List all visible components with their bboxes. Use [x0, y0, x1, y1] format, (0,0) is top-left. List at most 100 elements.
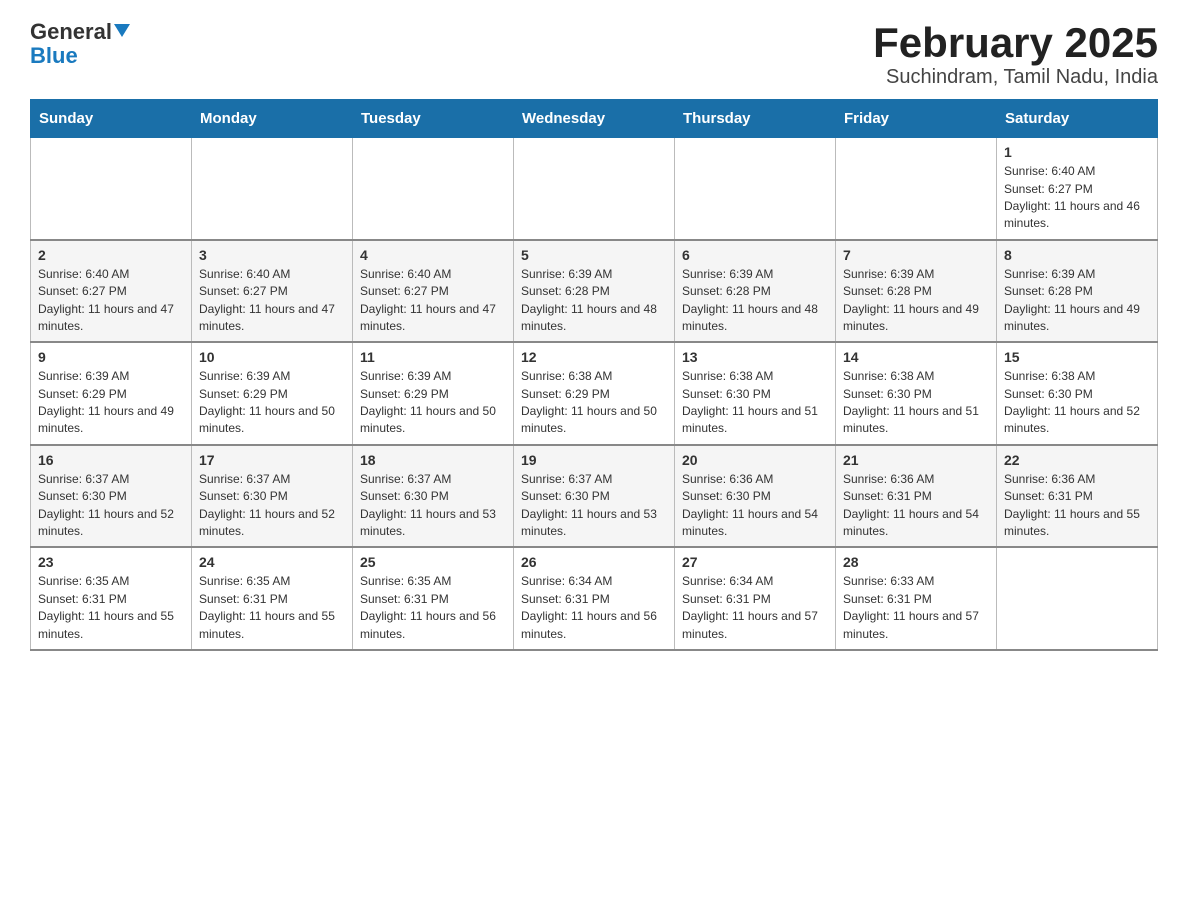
day-number: 3: [199, 247, 345, 263]
day-info: Sunrise: 6:36 AM Sunset: 6:31 PM Dayligh…: [1004, 471, 1150, 541]
day-number: 6: [682, 247, 828, 263]
day-number: 12: [521, 349, 667, 365]
day-number: 20: [682, 452, 828, 468]
calendar-day-cell: 1 Sunrise: 6:40 AM Sunset: 6:27 PM Daylig…: [997, 138, 1158, 240]
calendar-day-cell: 14 Sunrise: 6:38 AM Sunset: 6:30 PM Dayli…: [836, 342, 997, 445]
day-number: 1: [1004, 144, 1150, 160]
day-info: Sunrise: 6:35 AM Sunset: 6:31 PM Dayligh…: [38, 573, 184, 643]
day-info: Sunrise: 6:38 AM Sunset: 6:30 PM Dayligh…: [1004, 368, 1150, 438]
day-info: Sunrise: 6:39 AM Sunset: 6:28 PM Dayligh…: [1004, 266, 1150, 336]
weekday-wednesday: Wednesday: [514, 100, 675, 138]
calendar-day-cell: 19Sunrise: 6:37 AM Sunset: 6:30 PM Dayli…: [514, 445, 675, 548]
day-number: 22: [1004, 452, 1150, 468]
calendar-day-cell: 5 Sunrise: 6:39 AM Sunset: 6:28 PM Daylig…: [514, 240, 675, 343]
day-number: 25: [360, 554, 506, 570]
day-info: Sunrise: 6:40 AM Sunset: 6:27 PM Dayligh…: [1004, 163, 1150, 233]
calendar-day-cell: 22 Sunrise: 6:36 AM Sunset: 6:31 PM Dayli…: [997, 445, 1158, 548]
calendar-header: SundayMondayTuesdayWednesdayThursdayFrid…: [31, 100, 1158, 138]
calendar-day-cell: 2 Sunrise: 6:40 AM Sunset: 6:27 PM Daylig…: [31, 240, 192, 343]
weekday-thursday: Thursday: [675, 100, 836, 138]
calendar-day-cell: 24 Sunrise: 6:35 AM Sunset: 6:31 PM Dayli…: [192, 547, 353, 650]
day-number: 23: [38, 554, 184, 570]
calendar-day-cell: 15 Sunrise: 6:38 AM Sunset: 6:30 PM Dayli…: [997, 342, 1158, 445]
calendar-day-cell: 6 Sunrise: 6:39 AM Sunset: 6:28 PM Daylig…: [675, 240, 836, 343]
day-number: 14: [843, 349, 989, 365]
calendar-day-cell: [31, 138, 192, 240]
day-info: Sunrise: 6:37 AM Sunset: 6:30 PM Dayligh…: [199, 471, 345, 541]
day-info: Sunrise: 6:36 AM Sunset: 6:31 PM Dayligh…: [843, 471, 989, 541]
day-number: 21: [843, 452, 989, 468]
weekday-friday: Friday: [836, 100, 997, 138]
page-header: General Blue February 2025 Suchindram, T…: [30, 20, 1158, 89]
day-info: Sunrise: 6:39 AM Sunset: 6:29 PM Dayligh…: [360, 368, 506, 438]
day-info: Sunrise: 6:38 AM Sunset: 6:29 PM Dayligh…: [521, 368, 667, 438]
day-info: Sunrise: 6:39 AM Sunset: 6:29 PM Dayligh…: [199, 368, 345, 438]
day-info: Sunrise: 6:39 AM Sunset: 6:28 PM Dayligh…: [521, 266, 667, 336]
calendar-day-cell: 9Sunrise: 6:39 AM Sunset: 6:29 PM Daylig…: [31, 342, 192, 445]
day-number: 4: [360, 247, 506, 263]
day-info: Sunrise: 6:39 AM Sunset: 6:28 PM Dayligh…: [843, 266, 989, 336]
day-info: Sunrise: 6:40 AM Sunset: 6:27 PM Dayligh…: [360, 266, 506, 336]
day-number: 15: [1004, 349, 1150, 365]
calendar-day-cell: 10 Sunrise: 6:39 AM Sunset: 6:29 PM Dayli…: [192, 342, 353, 445]
day-number: 13: [682, 349, 828, 365]
weekday-sunday: Sunday: [31, 100, 192, 138]
day-number: 7: [843, 247, 989, 263]
calendar-week-row: 23 Sunrise: 6:35 AM Sunset: 6:31 PM Dayli…: [31, 547, 1158, 650]
day-number: 2: [38, 247, 184, 263]
calendar-day-cell: 20 Sunrise: 6:36 AM Sunset: 6:30 PM Dayli…: [675, 445, 836, 548]
day-info: Sunrise: 6:40 AM Sunset: 6:27 PM Dayligh…: [38, 266, 184, 336]
calendar-day-cell: 7 Sunrise: 6:39 AM Sunset: 6:28 PM Daylig…: [836, 240, 997, 343]
calendar-body: 1 Sunrise: 6:40 AM Sunset: 6:27 PM Daylig…: [31, 138, 1158, 650]
calendar-table: SundayMondayTuesdayWednesdayThursdayFrid…: [30, 99, 1158, 651]
calendar-day-cell: 26Sunrise: 6:34 AM Sunset: 6:31 PM Dayli…: [514, 547, 675, 650]
day-number: 8: [1004, 247, 1150, 263]
calendar-day-cell: 17 Sunrise: 6:37 AM Sunset: 6:30 PM Dayli…: [192, 445, 353, 548]
day-number: 10: [199, 349, 345, 365]
day-number: 17: [199, 452, 345, 468]
day-info: Sunrise: 6:38 AM Sunset: 6:30 PM Dayligh…: [682, 368, 828, 438]
calendar-week-row: 16 Sunrise: 6:37 AM Sunset: 6:30 PM Dayli…: [31, 445, 1158, 548]
day-number: 18: [360, 452, 506, 468]
weekday-row: SundayMondayTuesdayWednesdayThursdayFrid…: [31, 100, 1158, 138]
calendar-day-cell: 3 Sunrise: 6:40 AM Sunset: 6:27 PM Daylig…: [192, 240, 353, 343]
day-number: 5: [521, 247, 667, 263]
calendar-day-cell: 23 Sunrise: 6:35 AM Sunset: 6:31 PM Dayli…: [31, 547, 192, 650]
day-number: 28: [843, 554, 989, 570]
day-number: 19: [521, 452, 667, 468]
logo-general: General: [30, 20, 130, 44]
calendar-day-cell: 16Sunrise: 6:37 AM Sunset: 6:30 PM Dayli…: [31, 445, 192, 548]
calendar-day-cell: 12 Sunrise: 6:38 AM Sunset: 6:29 PM Dayli…: [514, 342, 675, 445]
calendar-day-cell: 21 Sunrise: 6:36 AM Sunset: 6:31 PM Dayli…: [836, 445, 997, 548]
calendar-day-cell: 8 Sunrise: 6:39 AM Sunset: 6:28 PM Daylig…: [997, 240, 1158, 343]
calendar-day-cell: [836, 138, 997, 240]
day-info: Sunrise: 6:39 AM Sunset: 6:28 PM Dayligh…: [682, 266, 828, 336]
title-block: February 2025 Suchindram, Tamil Nadu, In…: [873, 20, 1158, 89]
weekday-tuesday: Tuesday: [353, 100, 514, 138]
day-info: Sunrise: 6:36 AM Sunset: 6:30 PM Dayligh…: [682, 471, 828, 541]
day-info: Sunrise: 6:40 AM Sunset: 6:27 PM Dayligh…: [199, 266, 345, 336]
day-info: Sunrise: 6:35 AM Sunset: 6:31 PM Dayligh…: [199, 573, 345, 643]
day-info: Sunrise: 6:34 AM Sunset: 6:31 PM Dayligh…: [521, 573, 667, 643]
day-number: 11: [360, 349, 506, 365]
calendar-day-cell: 11 Sunrise: 6:39 AM Sunset: 6:29 PM Dayli…: [353, 342, 514, 445]
day-info: Sunrise: 6:37 AM Sunset: 6:30 PM Dayligh…: [360, 471, 506, 541]
calendar-week-row: 2 Sunrise: 6:40 AM Sunset: 6:27 PM Daylig…: [31, 240, 1158, 343]
weekday-saturday: Saturday: [997, 100, 1158, 138]
day-info: Sunrise: 6:38 AM Sunset: 6:30 PM Dayligh…: [843, 368, 989, 438]
day-number: 24: [199, 554, 345, 570]
calendar-day-cell: 25 Sunrise: 6:35 AM Sunset: 6:31 PM Dayli…: [353, 547, 514, 650]
calendar-day-cell: [997, 547, 1158, 650]
calendar-day-cell: 18 Sunrise: 6:37 AM Sunset: 6:30 PM Dayli…: [353, 445, 514, 548]
calendar-day-cell: 28Sunrise: 6:33 AM Sunset: 6:31 PM Dayli…: [836, 547, 997, 650]
day-info: Sunrise: 6:39 AM Sunset: 6:29 PM Dayligh…: [38, 368, 184, 438]
logo-blue: Blue: [30, 44, 130, 68]
day-info: Sunrise: 6:35 AM Sunset: 6:31 PM Dayligh…: [360, 573, 506, 643]
calendar-day-cell: [675, 138, 836, 240]
day-number: 16: [38, 452, 184, 468]
weekday-monday: Monday: [192, 100, 353, 138]
calendar-week-row: 1 Sunrise: 6:40 AM Sunset: 6:27 PM Daylig…: [31, 138, 1158, 240]
page-title: February 2025: [873, 20, 1158, 66]
calendar-day-cell: [192, 138, 353, 240]
calendar-day-cell: 4 Sunrise: 6:40 AM Sunset: 6:27 PM Daylig…: [353, 240, 514, 343]
